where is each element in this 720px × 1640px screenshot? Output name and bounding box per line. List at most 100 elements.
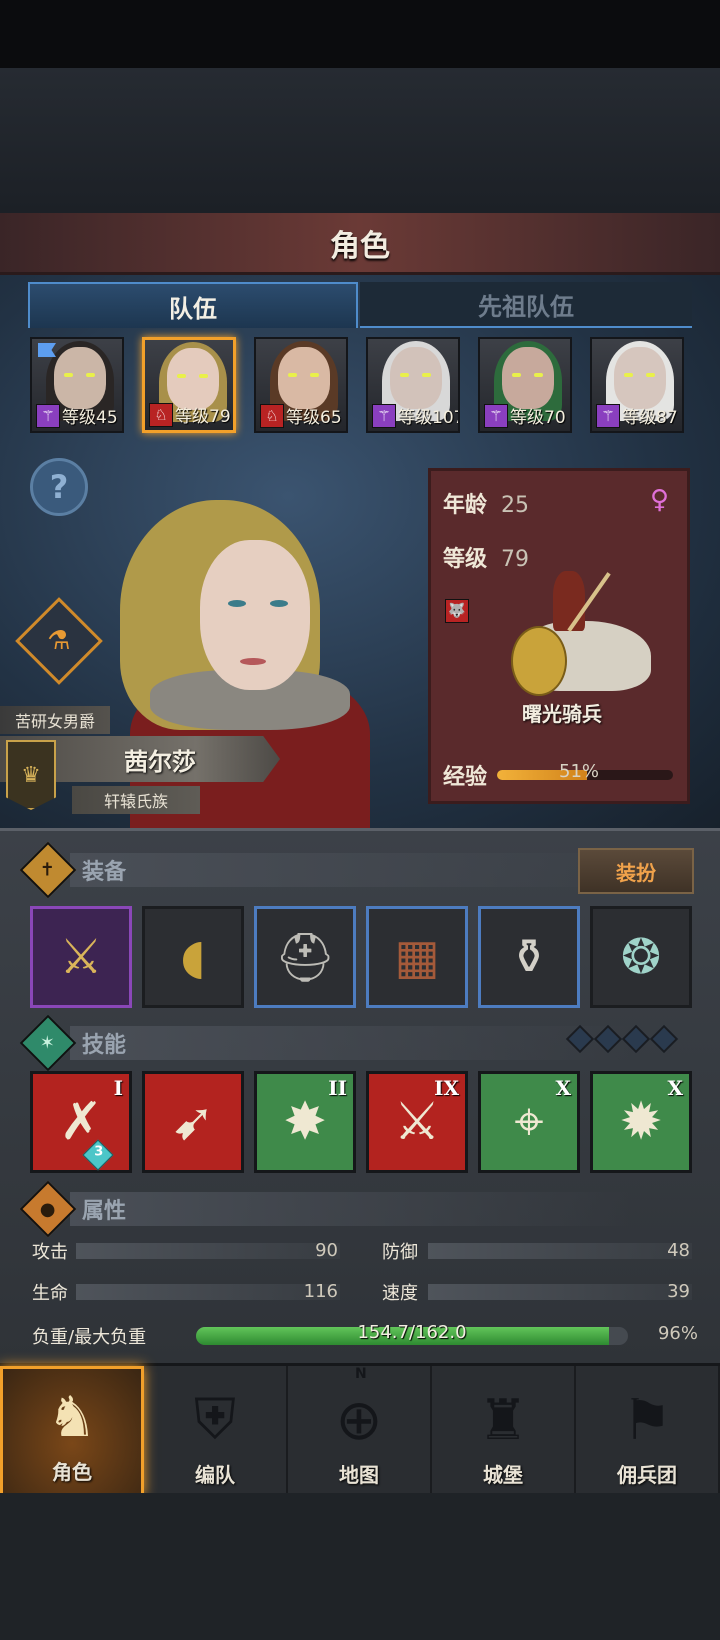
sword-icon: ⚔ bbox=[393, 1092, 441, 1152]
nav-item-castle[interactable]: ♜ 城堡 bbox=[432, 1366, 576, 1496]
attributes-header: ● 属性 bbox=[19, 1180, 127, 1238]
experience-percent: 51% bbox=[559, 761, 600, 782]
equipment-slot-banner-weapon[interactable]: ⚔ bbox=[30, 906, 132, 1008]
hero-clan: 轩辕氏族 bbox=[72, 786, 200, 814]
portrait-eye bbox=[534, 373, 543, 377]
equipment-slot-greaves[interactable]: ⚱ bbox=[478, 906, 580, 1008]
skill-4[interactable]: ⚔ IX bbox=[366, 1071, 468, 1173]
mercenary-icon: ⚑ bbox=[621, 1388, 673, 1453]
nav-item-knight[interactable]: ♞ 角色 bbox=[0, 1366, 144, 1496]
compass-map-icon: ⊕ bbox=[335, 1388, 383, 1453]
wolf-icon: ♘ bbox=[149, 402, 173, 427]
orb-icon: ● bbox=[19, 1180, 77, 1238]
equipment-slot-amulet[interactable]: ❂ bbox=[590, 906, 692, 1008]
roster-portrait[interactable]: ⚚ 等级45 bbox=[30, 337, 124, 433]
attributes-title: 属性 bbox=[82, 1199, 127, 1224]
portrait-level-text: 等级65 bbox=[286, 408, 342, 428]
portrait-level-text: 等级107 bbox=[398, 408, 460, 428]
tab-ancestor-team[interactable]: 先祖队伍 bbox=[360, 282, 692, 328]
skill-2[interactable]: ➹ bbox=[142, 1071, 244, 1173]
portrait-face bbox=[278, 347, 330, 409]
status-bar-area bbox=[0, 0, 720, 68]
knight-unit-image[interactable] bbox=[491, 561, 661, 711]
roster-portrait[interactable]: ⚚ 等级70 bbox=[478, 337, 572, 433]
top-background bbox=[0, 68, 720, 213]
life-row: 生命 bbox=[32, 1277, 90, 1307]
staff-icon: ⚚ bbox=[484, 403, 508, 428]
portrait-eye bbox=[199, 374, 208, 378]
nav-label: 角色 bbox=[52, 1460, 92, 1484]
roster-portrait[interactable]: ♘ 等级79 bbox=[142, 337, 236, 433]
equipment-slot-chest-armor[interactable]: ▦ bbox=[366, 906, 468, 1008]
life-label: 生命 bbox=[32, 1283, 68, 1304]
female-icon: ♀ bbox=[649, 485, 669, 515]
chainmail-icon: ▦ bbox=[394, 929, 440, 985]
wolf-icon: ♘ bbox=[260, 403, 284, 428]
skill-slot-diamond-icon bbox=[649, 1024, 679, 1054]
page-title: 角色 bbox=[330, 228, 390, 264]
dress-button[interactable]: 装扮 bbox=[578, 848, 694, 894]
nav-label: 佣兵团 bbox=[617, 1463, 677, 1487]
roster-portrait[interactable]: ♘ 等级65 bbox=[254, 337, 348, 433]
skill-rank: I bbox=[113, 1076, 123, 1100]
portrait-eye bbox=[624, 373, 633, 377]
skill-3[interactable]: ✸ II bbox=[254, 1071, 356, 1173]
defense-label: 防御 bbox=[382, 1242, 418, 1263]
nav-label: 城堡 bbox=[483, 1463, 523, 1487]
nav-item-compass-map[interactable]: ⊕ 地图 bbox=[288, 1366, 432, 1496]
skill-rank: II bbox=[328, 1076, 347, 1100]
equipment-slot-shield[interactable]: ◖ bbox=[142, 906, 244, 1008]
portrait-face bbox=[167, 348, 219, 410]
age-label: 年龄 bbox=[443, 493, 488, 518]
team-roster: ⚚ 等级45 ♘ 等级79 ♘ 等级65 ⚚ 等级107 ⚚ 等级70 ⚚ 等级87 bbox=[30, 337, 692, 433]
help-button[interactable]: ? bbox=[30, 458, 88, 516]
experience-label: 经验 bbox=[443, 765, 488, 790]
portrait-level: ♘ 等级79 bbox=[149, 402, 231, 427]
nav-item-squad-helmet[interactable]: ⛨ 编队 bbox=[144, 1366, 288, 1496]
character-screen: 角色 队伍 先祖队伍 ⚚ 等级45 ♘ 等级79 ♘ 等级65 ⚚ 等级107 ⚚ 等级70 ⚚ 等级… bbox=[0, 0, 720, 1640]
hero-eye-right bbox=[270, 600, 288, 607]
cross-icon: ✝ bbox=[19, 841, 77, 899]
skill-charge-count: 3 bbox=[94, 1144, 104, 1160]
skill-5[interactable]: ⌖ X bbox=[478, 1071, 580, 1173]
equipment-slot-helmet[interactable]: ⛑ bbox=[254, 906, 356, 1008]
portrait-face bbox=[502, 347, 554, 409]
bottom-navigation: ♞ 角色 ⛨ 编队 ⊕ 地图 ♜ 城堡 ⚑ 佣兵团 bbox=[0, 1363, 720, 1496]
portrait-level-text: 等级70 bbox=[510, 408, 566, 428]
equipment-header-band bbox=[70, 853, 630, 887]
nav-label: 地图 bbox=[339, 1463, 379, 1487]
skills-title: 技能 bbox=[82, 1033, 127, 1058]
skills-header-band bbox=[70, 1026, 630, 1060]
bottom-background bbox=[0, 1493, 720, 1640]
attributes-header-band bbox=[70, 1192, 630, 1226]
skill-slot-diamond-icon bbox=[565, 1024, 595, 1054]
skills-grid: ✗ I 3 ➹ ✸ II ⚔ IX ⌖ X ✹ X bbox=[30, 1071, 696, 1173]
portrait-face bbox=[614, 347, 666, 409]
portrait-face bbox=[54, 347, 106, 409]
portrait-face bbox=[390, 347, 442, 409]
experience-row: 经验 bbox=[443, 759, 674, 791]
roster-portrait[interactable]: ⚚ 等级107 bbox=[366, 337, 460, 433]
age-value: 25 bbox=[501, 493, 530, 518]
load-row: 负重/最大负重 bbox=[32, 1321, 146, 1351]
load-label: 负重/最大负重 bbox=[32, 1327, 147, 1348]
portrait-eye bbox=[512, 373, 521, 377]
skill-1[interactable]: ✗ I 3 bbox=[30, 1071, 132, 1173]
clan-banner-icon[interactable]: ♛ bbox=[6, 740, 56, 810]
shield-shape bbox=[511, 626, 567, 696]
attack-row: 攻击 bbox=[32, 1236, 90, 1266]
tab-team[interactable]: 队伍 bbox=[28, 282, 358, 328]
castle-icon: ♜ bbox=[477, 1388, 529, 1453]
unit-info-panel: 年龄 25 ♀ 等级 79 🐺 曙光骑兵 经验 51% bbox=[428, 468, 690, 804]
nav-item-mercenary[interactable]: ⚑ 佣兵团 bbox=[576, 1366, 720, 1496]
knight-icon: ♞ bbox=[46, 1385, 98, 1450]
amulet-icon: ❂ bbox=[620, 929, 662, 985]
hero-lips bbox=[240, 658, 266, 665]
compass-north-label: N bbox=[355, 1366, 367, 1382]
skill-6[interactable]: ✹ X bbox=[590, 1071, 692, 1173]
roster-portrait[interactable]: ⚚ 等级87 bbox=[590, 337, 684, 433]
unit-name: 曙光骑兵 bbox=[522, 702, 602, 726]
portrait-eye bbox=[177, 374, 186, 378]
equipment-title: 装备 bbox=[82, 860, 127, 885]
portrait-level: ⚚ 等级70 bbox=[484, 403, 566, 428]
